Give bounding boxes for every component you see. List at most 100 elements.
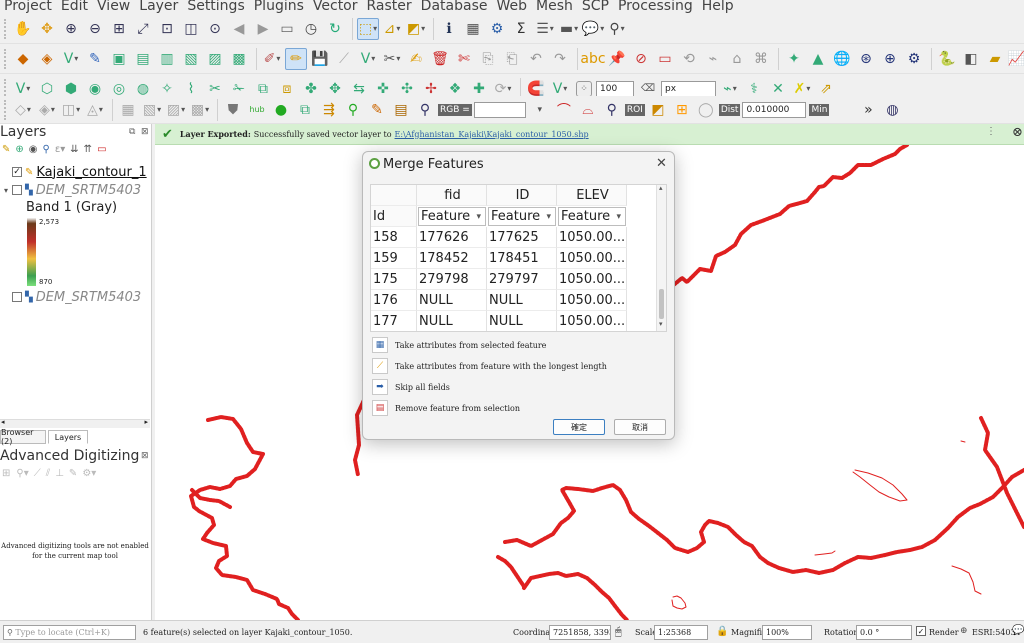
scp-curve-alt-icon[interactable]: ⌓ [577, 99, 599, 121]
menu-web[interactable]: Web [496, 0, 527, 13]
table-cell[interactable]: 1050.00... [557, 227, 627, 248]
layers-hscrollbar[interactable]: ◂ ▸ [0, 418, 150, 428]
skip-all-fields-button[interactable]: ➡ Skip all fields [372, 378, 450, 396]
scp-zoom-icon[interactable]: ⚲ [342, 99, 364, 121]
expand-arrow-icon[interactable]: ▾ [0, 186, 12, 195]
magnifier-input[interactable]: 100% [762, 625, 812, 640]
zoom-next-icon[interactable]: ▶ [252, 18, 274, 40]
scp-plus-icon[interactable]: ⊞ [671, 99, 693, 121]
shield-plugin-icon[interactable]: ⛊ [222, 99, 244, 121]
menu-processing[interactable]: Processing [618, 0, 693, 13]
measure-table-icon[interactable]: ☰ [534, 18, 556, 40]
menu-vector[interactable]: Vector [313, 0, 358, 13]
expand-icon[interactable]: ⇊ [70, 144, 78, 155]
scroll-down-icon[interactable]: ▾ [659, 320, 663, 328]
refresh-icon[interactable]: ↻ [324, 18, 346, 40]
scroll-right-icon[interactable]: ▸ [144, 418, 148, 426]
table-cell[interactable]: 279797 [487, 269, 557, 290]
line-width-input[interactable]: 100 [596, 80, 634, 97]
cancel-button[interactable]: 取消 [614, 419, 666, 435]
toolbar-grip[interactable] [4, 18, 8, 39]
render-checkbox[interactable]: ✓ [916, 626, 926, 636]
table-row-id[interactable]: 159 [371, 248, 417, 269]
lock-scale-icon[interactable]: 🔒 [716, 626, 728, 637]
messages-icon[interactable]: 💬 [1012, 625, 1024, 636]
table-cell[interactable]: NULL [487, 311, 557, 331]
scp-curve-icon[interactable]: ⌒ [553, 99, 575, 121]
message-menu-icon[interactable]: ⋮ [986, 126, 996, 137]
show-labels-icon[interactable]: ⊘ [630, 48, 652, 70]
pan-to-selection-icon[interactable]: ✥ [36, 18, 58, 40]
map-tips-icon[interactable]: 💬 [582, 18, 604, 40]
raster-clip-icon[interactable]: ▩ [189, 99, 211, 121]
hub-plugin-icon[interactable]: hub [246, 99, 268, 121]
zoom-native-icon[interactable]: ⊙ [204, 18, 226, 40]
scale-select[interactable]: 1:25368 [654, 625, 708, 640]
select-features-icon[interactable]: ⬚ [357, 17, 379, 40]
layer-item-dem-2[interactable]: ▚ DEM_SRTM5403 [0, 288, 150, 306]
menu-edit[interactable]: Edit [61, 0, 88, 13]
remove-layer-icon[interactable]: ▭ [97, 144, 106, 155]
label-props-icon[interactable]: ⌂ [726, 48, 748, 70]
globe-gear-icon[interactable]: ⚙ [903, 48, 925, 70]
annotation-text-icon[interactable]: ◫ [60, 99, 82, 121]
table-cell[interactable]: 1050.00... [557, 311, 627, 331]
merge-rule-select-elev[interactable]: Feature [558, 207, 626, 226]
vertex-tool-icon[interactable]: V [357, 48, 379, 70]
table-cell[interactable]: NULL [417, 290, 487, 311]
triangle-icon[interactable]: ▲ [807, 48, 829, 70]
panel-float-icon[interactable]: ⧉ [129, 127, 135, 137]
tab-layers[interactable]: Layers [48, 430, 88, 444]
menu-scp[interactable]: SCP [582, 0, 609, 13]
current-edits-icon[interactable]: ✐ [261, 48, 283, 70]
redo-icon[interactable]: ↷ [549, 48, 571, 70]
toolbar-grip[interactable] [4, 99, 8, 120]
table-vscrollbar[interactable]: ▴ ▾ [656, 185, 666, 331]
scp-arrow-down-icon[interactable]: ▾ [529, 99, 551, 121]
filter-icon[interactable]: ⚲ [43, 144, 50, 155]
save-edits-icon[interactable]: 💾 [309, 48, 331, 70]
rotate-label-icon[interactable]: ⟲ [678, 48, 700, 70]
scroll-left-icon[interactable]: ◂ [1, 418, 5, 426]
table-cell[interactable]: 178451 [487, 248, 557, 269]
vector-edit-icon[interactable]: ✎ [84, 48, 106, 70]
message-close-icon[interactable]: ⊗ [1012, 125, 1023, 140]
attribute-table-icon[interactable]: ▦ [462, 18, 484, 40]
search-options-icon[interactable]: ⚲ [606, 18, 628, 40]
change-label-icon[interactable]: ⌁ [702, 48, 724, 70]
zoom-in-icon[interactable]: ⊕ [60, 18, 82, 40]
take-selected-attributes-button[interactable]: ▦ Take attributes from selected feature [372, 336, 546, 354]
toolbar-overflow-icon[interactable]: » [857, 99, 879, 121]
dist-input[interactable]: 0.010000 [742, 101, 807, 118]
dialog-close-icon[interactable]: ✕ [656, 156, 667, 171]
layer-visibility-checkbox[interactable]: ✓ [12, 167, 22, 177]
raster-calc-icon[interactable]: ▦ [117, 99, 139, 121]
cad-settings-icon[interactable]: ⚙▾ [82, 468, 96, 479]
locator-input[interactable]: ⚲ Type to locate (Ctrl+K) [3, 625, 136, 640]
new-temp-layer-icon[interactable]: ▤ [132, 48, 154, 70]
measure-line-icon[interactable]: ▬ [558, 18, 580, 40]
add-group-icon[interactable]: ⊕ [15, 144, 23, 155]
table-row-id[interactable]: 176 [371, 290, 417, 311]
take-longest-feature-button[interactable]: ⟋ Take attributes from feature with the … [372, 357, 607, 375]
digitize-line-icon[interactable]: ⟋ [333, 48, 355, 70]
add-wms-icon[interactable]: ▩ [228, 48, 250, 70]
scp-roi-zoom-icon[interactable]: ⚲ [601, 99, 623, 121]
expression-filter-icon[interactable]: ε▾ [55, 144, 65, 155]
globe-icon[interactable]: 🌐 [831, 48, 853, 70]
menu-raster[interactable]: Raster [367, 0, 412, 13]
green-circle-icon[interactable]: ● [270, 99, 292, 121]
table-cell[interactable]: 1050.00... [557, 269, 627, 290]
snap-type-icon[interactable]: ⁘ [576, 80, 592, 97]
layer-visibility-checkbox[interactable] [12, 185, 22, 195]
layer-item-dem-1[interactable]: ▾ ▚ DEM_SRTM5403 [0, 181, 150, 199]
table-cell[interactable]: 279798 [417, 269, 487, 290]
table-row-id[interactable]: 158 [371, 227, 417, 248]
undo-icon[interactable]: ↶ [525, 48, 547, 70]
python-icon[interactable]: 🐍 [936, 48, 958, 70]
ok-button[interactable]: 確定 [553, 419, 605, 435]
line-unit-select[interactable]: px [661, 80, 716, 97]
plugin-icon[interactable]: ◧ [960, 48, 982, 70]
toolbar-grip[interactable] [4, 48, 8, 69]
scp-search-icon[interactable]: ⚲ [414, 99, 436, 121]
